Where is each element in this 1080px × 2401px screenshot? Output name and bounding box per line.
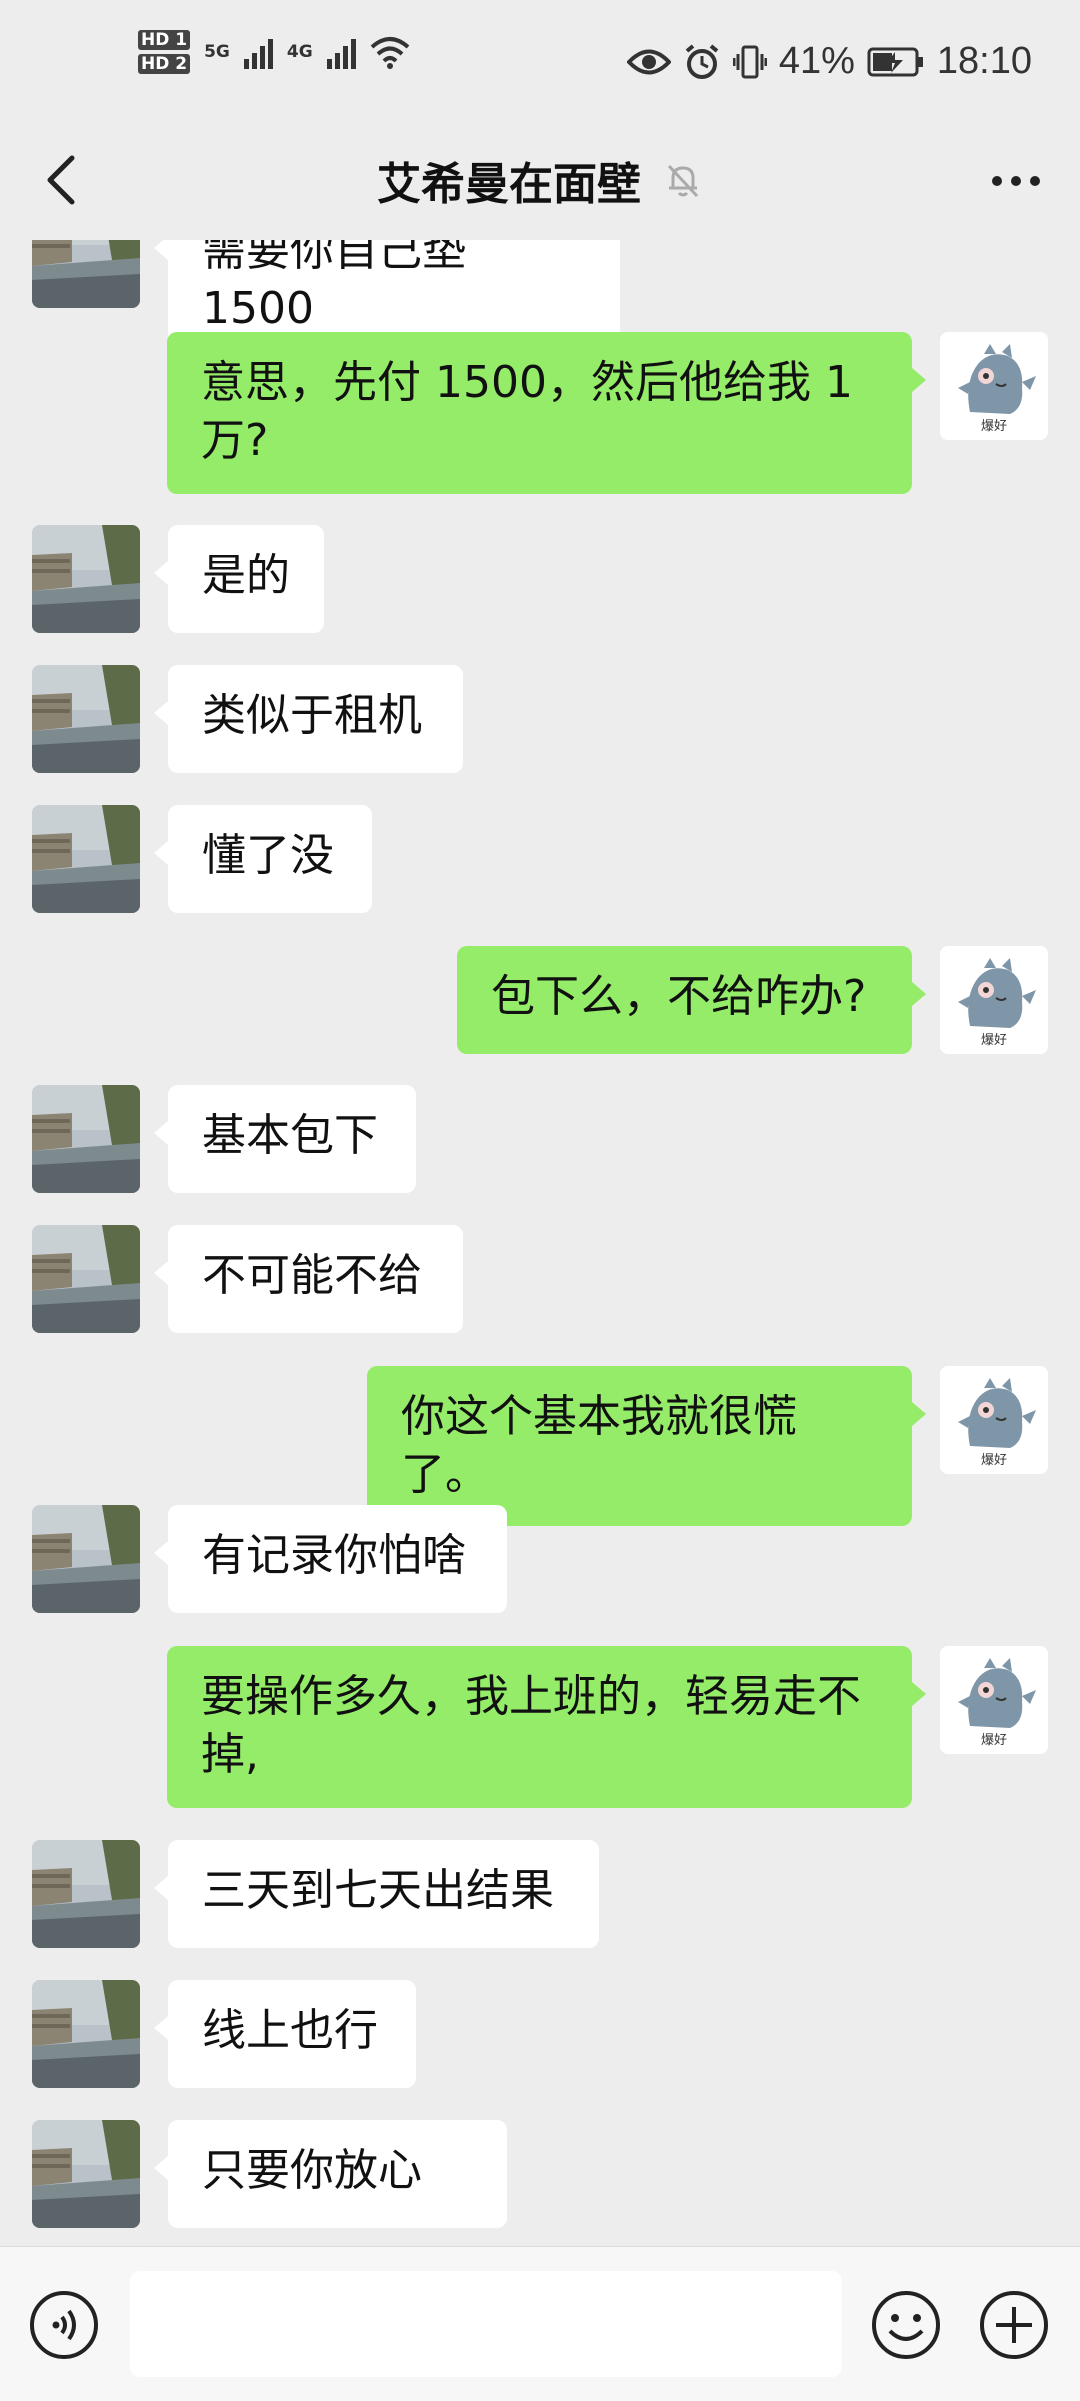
message-row-received: 不可能不给 [0, 1225, 1080, 1333]
sim-badges: HD 1 HD 2 [138, 30, 191, 74]
clock: 18:10 [936, 40, 1032, 82]
emoji-icon[interactable] [870, 2289, 942, 2361]
message-bubble-received[interactable]: 三天到七天出结果 [154, 1840, 599, 1948]
message-row-received: 基本包下 [0, 1085, 1080, 1193]
message-input[interactable] [130, 2271, 842, 2377]
network-type-2: 4G [286, 42, 313, 62]
contact-avatar[interactable] [32, 1840, 140, 1948]
system-indicators: 41% 18:10 [626, 40, 1032, 83]
contact-avatar[interactable] [32, 1085, 140, 1193]
more-options-icon[interactable] [992, 176, 1040, 186]
contact-avatar[interactable] [32, 1980, 140, 2088]
message-row-sent: 爆好 要操作多久，我上班的，轻易走不掉, [0, 1646, 1080, 1808]
contact-avatar[interactable] [32, 1225, 140, 1333]
message-row-sent: 爆好 包下么，不给咋办? [0, 946, 1080, 1054]
signal-bars-1-icon [243, 35, 273, 69]
chat-title: 艾希曼在面壁 [377, 159, 641, 210]
status-bar: HD 1 HD 2 5G 4G 41% 18:10 [0, 0, 1080, 130]
network-type-1: 5G [204, 42, 230, 62]
message-row-received: 是的 [0, 525, 1080, 633]
message-bubble-sent[interactable]: 要操作多久，我上班的，轻易走不掉, [167, 1646, 926, 1808]
avatar-caption: 爆好 [980, 419, 1007, 434]
battery-charging-icon [867, 47, 923, 76]
message-row-sent: 爆好 你这个基本我就很慌了。 [0, 1366, 1080, 1526]
message-bubble-received[interactable]: 有记录你怕啥 [154, 1505, 507, 1613]
sim2-badge: HD 2 [138, 54, 191, 74]
battery-percent: 41% [778, 40, 855, 82]
message-bubble-received[interactable]: 线上也行 [154, 1980, 416, 2088]
mute-bell-icon [667, 164, 699, 198]
message-bubble-received[interactable]: 懂了没 [154, 805, 372, 913]
sim1-badge: HD 1 [138, 30, 191, 50]
chat-header: 艾希曼在面壁 [0, 130, 1080, 240]
message-bubble-sent[interactable]: 包下么，不给咋办? [457, 946, 926, 1054]
message-row-received: 只要你放心 [0, 2120, 1080, 2228]
contact-avatar[interactable] [32, 2120, 140, 2228]
contact-avatar[interactable] [32, 805, 140, 913]
message-row-received: 懂了没 [0, 805, 1080, 913]
input-bar [0, 2246, 1080, 2401]
vibrate-icon [732, 45, 767, 78]
wifi-icon [370, 37, 410, 69]
add-more-icon[interactable] [978, 2289, 1050, 2361]
message-bubble-received[interactable]: 只要你放心 [154, 2120, 507, 2228]
chat-title-area: 艾希曼在面壁 [0, 148, 1080, 212]
message-bubble-received[interactable]: 类似于租机 [154, 665, 463, 773]
avatar-caption: 爆好 [980, 1033, 1007, 1048]
message-row-received: 有记录你怕啥 [0, 1505, 1080, 1613]
eye-icon [626, 49, 671, 74]
message-bubble-received[interactable]: 不可能不给 [154, 1225, 463, 1333]
contact-avatar[interactable] [32, 525, 140, 633]
contact-avatar[interactable] [32, 1505, 140, 1613]
self-avatar[interactable]: 爆好 [940, 1366, 1048, 1474]
contact-avatar[interactable] [32, 665, 140, 773]
voice-input-icon[interactable] [28, 2289, 100, 2361]
message-list[interactable]: 需要你自己垫 1500 爆好 意思，先付 1500，然后他给我 1 万? 是的类似于租… [0, 240, 1080, 2236]
message-bubble-sent[interactable]: 你这个基本我就很慌了。 [367, 1366, 926, 1526]
message-row-sent: 爆好 意思，先付 1500，然后他给我 1 万? [0, 332, 1080, 494]
message-bubble-sent[interactable]: 意思，先付 1500，然后他给我 1 万? [167, 332, 926, 494]
signal-indicators: HD 1 HD 2 5G 4G [138, 30, 410, 74]
message-row-received: 三天到七天出结果 [0, 1840, 1080, 1948]
self-avatar[interactable]: 爆好 [940, 332, 1048, 440]
avatar-caption: 爆好 [980, 1733, 1007, 1748]
message-row-received: 需要你自己垫 1500 [0, 240, 1080, 360]
message-bubble-received[interactable]: 基本包下 [154, 1085, 416, 1193]
avatar-caption: 爆好 [980, 1453, 1007, 1468]
alarm-icon [685, 43, 719, 79]
self-avatar[interactable]: 爆好 [940, 1646, 1048, 1754]
self-avatar[interactable]: 爆好 [940, 946, 1048, 1054]
contact-avatar[interactable] [32, 240, 140, 308]
signal-bars-2-icon [326, 35, 356, 69]
message-row-received: 类似于租机 [0, 665, 1080, 773]
message-bubble-received[interactable]: 是的 [154, 525, 324, 633]
message-row-received: 线上也行 [0, 1980, 1080, 2088]
